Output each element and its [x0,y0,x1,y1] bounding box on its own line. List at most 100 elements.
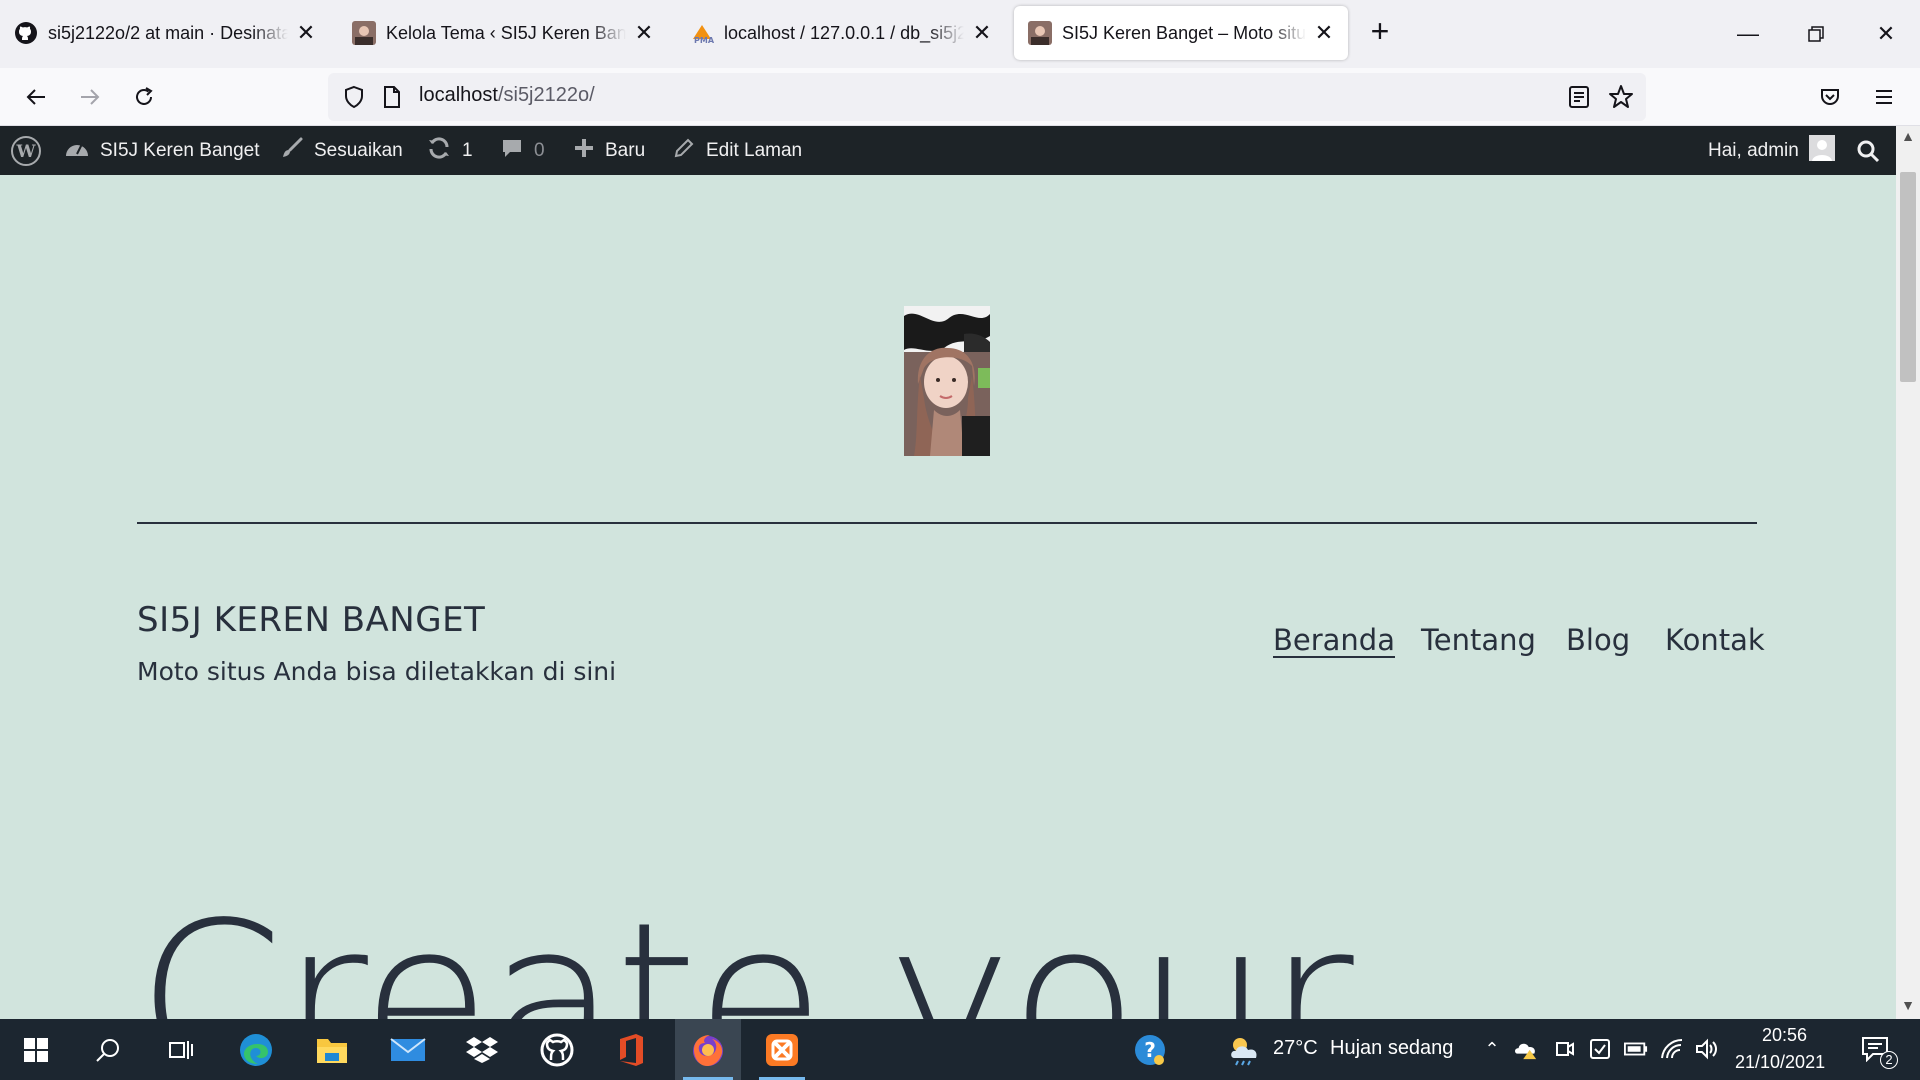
new-label: Baru [605,139,646,161]
edit-page-link[interactable]: Edit Laman [672,126,802,175]
avatar-icon [1028,21,1052,45]
wordpress-logo-icon[interactable]: W [10,126,42,175]
comments-link[interactable]: 0 [500,126,545,175]
menu-item-kontak[interactable]: Kontak [1665,623,1765,657]
scroll-up-icon[interactable]: ▲ [1896,128,1920,148]
browser-navigation-bar: localhost/si5j2122o/ [0,68,1920,126]
pocket-icon[interactable] [1810,78,1850,116]
back-arrow-icon[interactable] [16,78,56,116]
site-tagline: Moto situs Anda bisa diletakkan di sini [137,657,617,686]
clock-date[interactable]: 21/10/2021 [1735,1052,1825,1073]
xampp-icon[interactable] [751,1019,813,1080]
url-bar[interactable]: localhost/si5j2122o/ [328,73,1646,121]
paintbrush-icon [280,136,304,166]
greeting-label: Hai, admin [1708,139,1799,161]
url-path: /si5j2122o/ [497,84,595,106]
menu-item-blog[interactable]: Blog [1566,623,1630,657]
customize-link[interactable]: Sesuaikan [280,126,403,175]
restore-window-icon[interactable] [1782,0,1850,68]
phpmyadmin-icon: PMA [690,21,714,45]
edit-page-label: Edit Laman [706,139,803,161]
customize-label: Sesuaikan [314,139,403,161]
plus-icon [573,137,595,165]
task-view-icon[interactable] [150,1019,210,1080]
updates-link[interactable]: 1 [426,126,473,175]
url-text: localhost/si5j2122o/ [419,84,595,107]
github-desktop-icon[interactable] [527,1019,587,1080]
close-tab-icon[interactable]: ✕ [970,20,994,45]
chevron-up-icon[interactable]: ⌃ [1480,1037,1504,1061]
site-logo-image[interactable] [904,306,990,456]
meet-now-icon[interactable] [1553,1037,1577,1061]
reload-icon[interactable] [124,78,164,116]
battery-icon[interactable] [1624,1037,1648,1061]
notification-count-badge: 2 [1880,1051,1898,1069]
comments-count: 0 [534,139,545,161]
windows-update-icon[interactable] [1588,1037,1612,1061]
browser-tab-phpmyadmin[interactable]: PMA localhost / 127.0.0.1 / db_si5j2122o… [676,6,1006,60]
header-divider [137,522,1757,524]
minimize-window-icon[interactable]: — [1714,0,1782,68]
search-icon[interactable] [78,1019,138,1080]
site-title[interactable]: SI5J KEREN BANGET [137,600,485,640]
hero-headline: Create your [137,877,1354,1020]
tab-title: Kelola Tema ‹ SI5J Keren Banget — WordPr… [386,22,626,43]
menu-hamburger-icon[interactable] [1864,78,1904,116]
windows-taskbar: ? 27°C Hujan sedang ⌃ 20:56 21/10/2021 2 [0,1019,1920,1080]
comment-bubble-icon [500,136,524,166]
github-icon [14,21,38,45]
file-explorer-icon[interactable] [302,1019,362,1080]
wifi-icon[interactable] [1660,1037,1684,1061]
refresh-icon [426,136,452,166]
bookmark-star-icon[interactable] [1608,84,1634,115]
dropbox-icon[interactable] [452,1019,512,1080]
clock-time[interactable]: 20:56 [1762,1025,1807,1046]
scroll-down-icon[interactable]: ▼ [1896,997,1920,1017]
svg-text:?: ? [1144,1038,1156,1062]
windows-start-icon[interactable] [6,1019,66,1080]
edge-browser-icon[interactable] [226,1019,286,1080]
updates-count: 1 [462,139,473,161]
svg-text:W: W [15,142,36,162]
new-content-link[interactable]: Baru [573,126,645,175]
browser-tab-site[interactable]: SI5J Keren Banget – Moto situs Anda ✕ [1014,6,1348,60]
close-window-icon[interactable]: ✕ [1852,0,1920,68]
tab-title: localhost / 127.0.0.1 / db_si5j2122o [724,22,964,43]
search-icon[interactable] [1856,126,1880,175]
vertical-scrollbar[interactable]: ▲ ▼ [1896,126,1920,1019]
scrollbar-thumb[interactable] [1900,172,1916,382]
menu-item-tentang[interactable]: Tentang [1421,623,1536,657]
dashboard-gauge-icon [64,136,90,166]
help-icon[interactable]: ? [1120,1019,1180,1080]
page-info-icon[interactable] [382,85,402,114]
tab-title: SI5J Keren Banget – Moto situs Anda [1062,22,1306,43]
reader-view-icon[interactable] [1568,85,1590,114]
close-tab-icon[interactable]: ✕ [632,20,656,45]
shield-icon[interactable] [342,85,366,114]
mail-icon[interactable] [378,1019,438,1080]
browser-tab-github[interactable]: si5j2122o/2 at main · Desinatalia/si5j21… [0,6,330,60]
site-name-label: SI5J Keren Banget [100,139,260,161]
pencil-icon [672,136,696,166]
close-tab-icon[interactable]: ✕ [294,20,318,45]
weather-temperature[interactable]: 27°C [1273,1037,1318,1060]
notification-center-icon[interactable]: 2 [1858,1037,1898,1069]
avatar-icon [352,21,376,45]
browser-tab-strip: si5j2122o/2 at main · Desinatalia/si5j21… [0,0,1920,68]
browser-tab-kelola-tema[interactable]: Kelola Tema ‹ SI5J Keren Banget — WordPr… [338,6,668,60]
firefox-icon[interactable] [675,1019,741,1080]
page-content: SI5J KEREN BANGET Moto situs Anda bisa d… [0,175,1896,1019]
menu-item-beranda[interactable]: Beranda [1273,623,1395,657]
admin-site-name-link[interactable]: SI5J Keren Banget [64,126,260,175]
url-host: localhost [419,84,498,106]
tab-title: si5j2122o/2 at main · Desinatalia/si5j21… [48,22,288,43]
close-tab-icon[interactable]: ✕ [1312,20,1336,45]
weather-description[interactable]: Hujan sedang [1330,1037,1453,1060]
weather-icon[interactable] [1214,1019,1274,1080]
onedrive-warning-icon[interactable] [1514,1037,1538,1061]
volume-icon[interactable] [1695,1037,1719,1061]
office-icon[interactable] [601,1019,661,1080]
new-tab-button[interactable]: + [1362,14,1398,50]
my-account-link[interactable]: Hai, admin [1708,126,1835,175]
forward-arrow-icon[interactable] [70,78,110,116]
